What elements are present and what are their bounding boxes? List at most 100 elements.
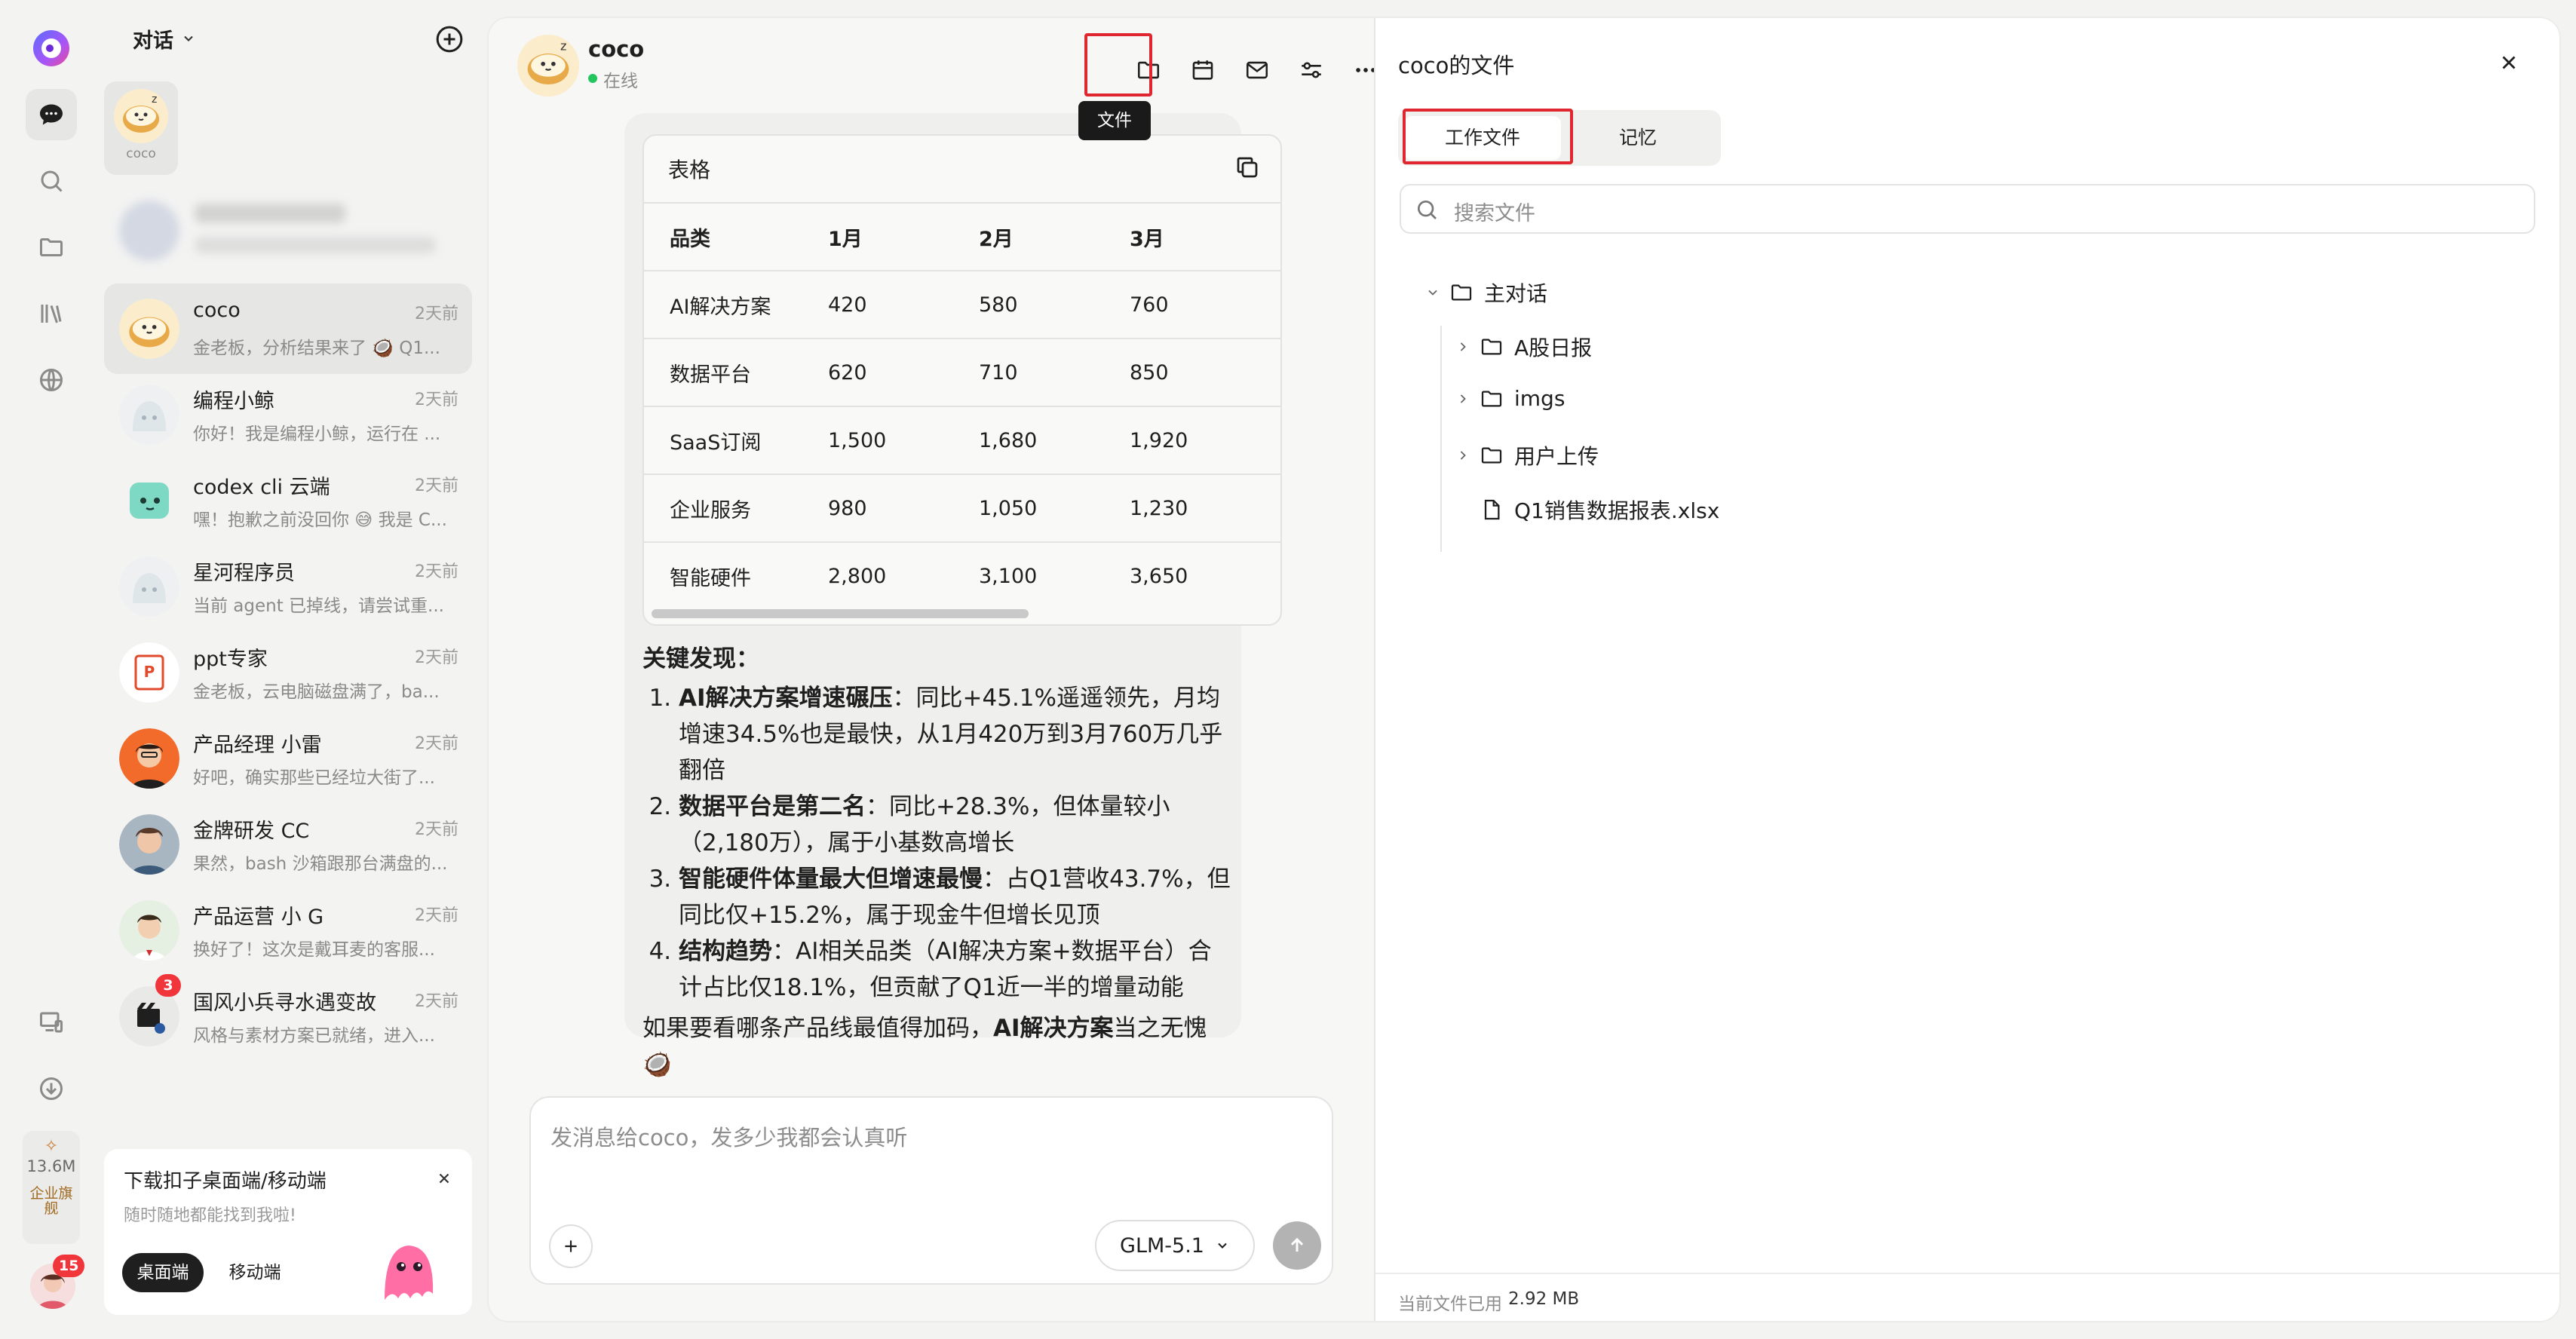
pinned-agent[interactable]: z coco bbox=[104, 81, 178, 175]
explore-nav-button[interactable] bbox=[26, 354, 77, 406]
download-nav-button[interactable] bbox=[26, 1063, 77, 1114]
tree-folder[interactable]: A股日报 bbox=[1452, 332, 1592, 362]
chevron-right-icon[interactable] bbox=[1452, 448, 1474, 463]
globe-icon bbox=[38, 366, 65, 394]
sidebar-title: 对话 bbox=[133, 29, 173, 53]
file-search[interactable]: 搜索文件 bbox=[1400, 184, 2535, 234]
files-panel: coco的文件 工作文件 记忆 搜索文件 主对话 A股日报 imgs 用户上传 Q1销售… bbox=[1374, 17, 2561, 1322]
close-icon[interactable] bbox=[436, 1170, 452, 1187]
conversation-name: 金牌研发 CC bbox=[193, 820, 310, 843]
agent-status: 在线 bbox=[603, 72, 638, 91]
folder-icon bbox=[1480, 335, 1504, 359]
conversation-preview: 当前 agent 已掉线，请尝试重... bbox=[193, 596, 444, 616]
usage-size: 2.92 MB bbox=[1508, 1289, 1580, 1309]
finding-item: 结构趋势：AI相关品类（AI解决方案+数据平台）合计占比仅18.1%，但贡献了Q… bbox=[679, 933, 1231, 1006]
table-cell: SaaS订阅 bbox=[644, 406, 802, 474]
finding-item: 智能硬件体量最大但增速最慢：占Q1营收43.7%，但同比仅+15.2%，属于现金… bbox=[679, 861, 1231, 933]
desktop-button[interactable]: 桌面端 bbox=[122, 1253, 204, 1292]
folder-icon bbox=[1449, 280, 1474, 305]
conversation-time: 2天前 bbox=[415, 734, 458, 753]
conversation-item[interactable]: Pppt专家 2天前 金老板，云电脑磁盘满了，ba... bbox=[104, 627, 472, 718]
app-logo-icon[interactable] bbox=[30, 27, 72, 69]
table-cell: 企业服务 bbox=[644, 473, 802, 542]
svg-text:z: z bbox=[152, 93, 157, 106]
download-promo-card: 下载扣子桌面端/移动端 随时随地都能找到我啦! 桌面端 移动端 bbox=[104, 1149, 472, 1315]
conversation-avatar: P bbox=[119, 642, 179, 703]
conversation-item[interactable]: 金牌研发 CC 2天前 果然，bash 沙箱跟那台满盘的... bbox=[104, 799, 472, 890]
conversation-item[interactable]: 产品运营 小 G 2天前 换好了！这次是戴耳麦的客服... bbox=[104, 885, 472, 976]
findings-title: 关键发现： bbox=[642, 645, 759, 673]
search-nav-button[interactable] bbox=[26, 155, 77, 207]
download-icon bbox=[38, 1075, 65, 1102]
conversation-item[interactable]: coco 2天前 金老板，分析结果来了 🥥 Q1... bbox=[104, 283, 472, 374]
tooltip: 文件 bbox=[1078, 101, 1151, 140]
tree-guide-line bbox=[1440, 326, 1442, 552]
copy-icon[interactable] bbox=[1234, 154, 1261, 181]
table-cell: 420 bbox=[802, 270, 953, 339]
more-dots-icon bbox=[1353, 57, 1374, 83]
devices-nav-button[interactable] bbox=[26, 997, 77, 1048]
tree-file[interactable]: Q1销售数据报表.xlsx bbox=[1452, 495, 1719, 525]
table-cell: 数据平台 bbox=[644, 338, 802, 406]
conversation-avatar bbox=[119, 470, 179, 531]
table-cell: 智能硬件 bbox=[644, 541, 802, 610]
file-search-placeholder: 搜索文件 bbox=[1454, 202, 1535, 225]
chevron-right-icon[interactable] bbox=[1452, 339, 1474, 354]
conversation-item[interactable]: 国风小兵寻水遇变故 2天前 风格与素材方案已就绪，进入... 3 bbox=[104, 971, 472, 1062]
conversation-item[interactable]: 编程小鲸 2天前 你好！我是编程小鲸，运行在 ... bbox=[104, 369, 472, 460]
chat-nav-button[interactable] bbox=[26, 89, 77, 140]
unread-badge: 3 bbox=[155, 974, 181, 997]
usage-label: 当前文件已用 bbox=[1398, 1295, 1502, 1314]
send-button[interactable] bbox=[1273, 1221, 1321, 1270]
tab-memory[interactable]: 记忆 bbox=[1561, 116, 1715, 160]
mobile-button[interactable]: 移动端 bbox=[217, 1253, 293, 1292]
conversation-name: coco bbox=[193, 299, 241, 322]
conversation-preview: 换好了！这次是戴耳麦的客服... bbox=[193, 940, 435, 960]
findings: 关键发现： AI解决方案增速碾压：同比+45.1%遥遥领先，月均增速34.5%也… bbox=[642, 641, 1231, 1083]
more-button[interactable] bbox=[1333, 38, 1374, 103]
library-nav-button[interactable] bbox=[26, 288, 77, 339]
conversation-time: 2天前 bbox=[415, 820, 458, 839]
table-header-cell: 品类 bbox=[644, 202, 802, 271]
conversation-item[interactable]: 星河程序员 2天前 当前 agent 已掉线，请尝试重... bbox=[104, 541, 472, 632]
conversation-time: 2天前 bbox=[415, 562, 458, 581]
composer-input[interactable]: 发消息给coco，发多少我都会认真听 bbox=[550, 1120, 907, 1152]
tree-label: A股日报 bbox=[1514, 336, 1593, 360]
attach-button[interactable] bbox=[549, 1224, 593, 1268]
chevron-right-icon[interactable] bbox=[1452, 391, 1474, 406]
agent-name: coco bbox=[588, 36, 645, 62]
table-title: 表格 bbox=[668, 158, 711, 182]
conversation-item[interactable]: 产品经理 小雷 2天前 好吧，确实那些已经垃大街了... bbox=[104, 713, 472, 804]
tree-label: imgs bbox=[1514, 386, 1566, 411]
table-cell: 3,650 bbox=[1104, 541, 1255, 610]
conversation-avatar bbox=[119, 728, 179, 789]
message-composer[interactable]: 发消息给coco，发多少我都会认真听 GLM-5.1 bbox=[529, 1096, 1333, 1285]
findings-list: AI解决方案增速碾压：同比+45.1%遥遥领先，月均增速34.5%也是最快，从1… bbox=[642, 680, 1231, 1006]
conversation-name: 产品运营 小 G bbox=[193, 905, 324, 929]
close-icon[interactable] bbox=[2498, 51, 2520, 74]
conversation-name: 产品经理 小雷 bbox=[193, 734, 322, 757]
horizontal-scrollbar[interactable] bbox=[652, 609, 1029, 618]
conversation-avatar bbox=[119, 556, 179, 617]
online-dot bbox=[588, 74, 597, 83]
conversation-item[interactable]: codex cli 云端 2天前 嘿！抱歉之前没回你 😅 我是 C... bbox=[104, 455, 472, 546]
svg-text:z: z bbox=[560, 39, 566, 54]
model-selector[interactable]: GLM-5.1 bbox=[1095, 1220, 1255, 1271]
search-icon bbox=[1415, 198, 1439, 222]
chevron-down-icon[interactable] bbox=[181, 31, 196, 46]
closing-line: 如果要看哪条产品线最值得加码，AI解决方案当之无愧 🥥 bbox=[642, 1010, 1231, 1083]
tree-folder[interactable]: imgs bbox=[1452, 386, 1565, 411]
chevron-down-icon[interactable] bbox=[1422, 285, 1443, 300]
folder-nav-button[interactable] bbox=[26, 222, 77, 273]
assistant-message: 表格 品类 1月 2月 3月 AI解决方案 420 580 760 数据平台 620 710 850… bbox=[624, 113, 1282, 1078]
arrow-up-icon bbox=[1286, 1235, 1308, 1256]
tab-highlight bbox=[1403, 109, 1573, 164]
new-chat-plus-icon[interactable] bbox=[434, 24, 465, 54]
table-cell: 1,920 bbox=[1104, 406, 1255, 474]
tree-label: Q1销售数据报表.xlsx bbox=[1514, 498, 1720, 523]
tree-folder[interactable]: 主对话 bbox=[1422, 277, 1547, 308]
tree-folder[interactable]: 用户上传 bbox=[1452, 440, 1599, 470]
agent-avatar[interactable]: z bbox=[517, 35, 579, 97]
storage-widget[interactable]: ✧ 13.6M 企业旗舰 bbox=[23, 1131, 80, 1244]
table-cell: 580 bbox=[953, 270, 1104, 339]
